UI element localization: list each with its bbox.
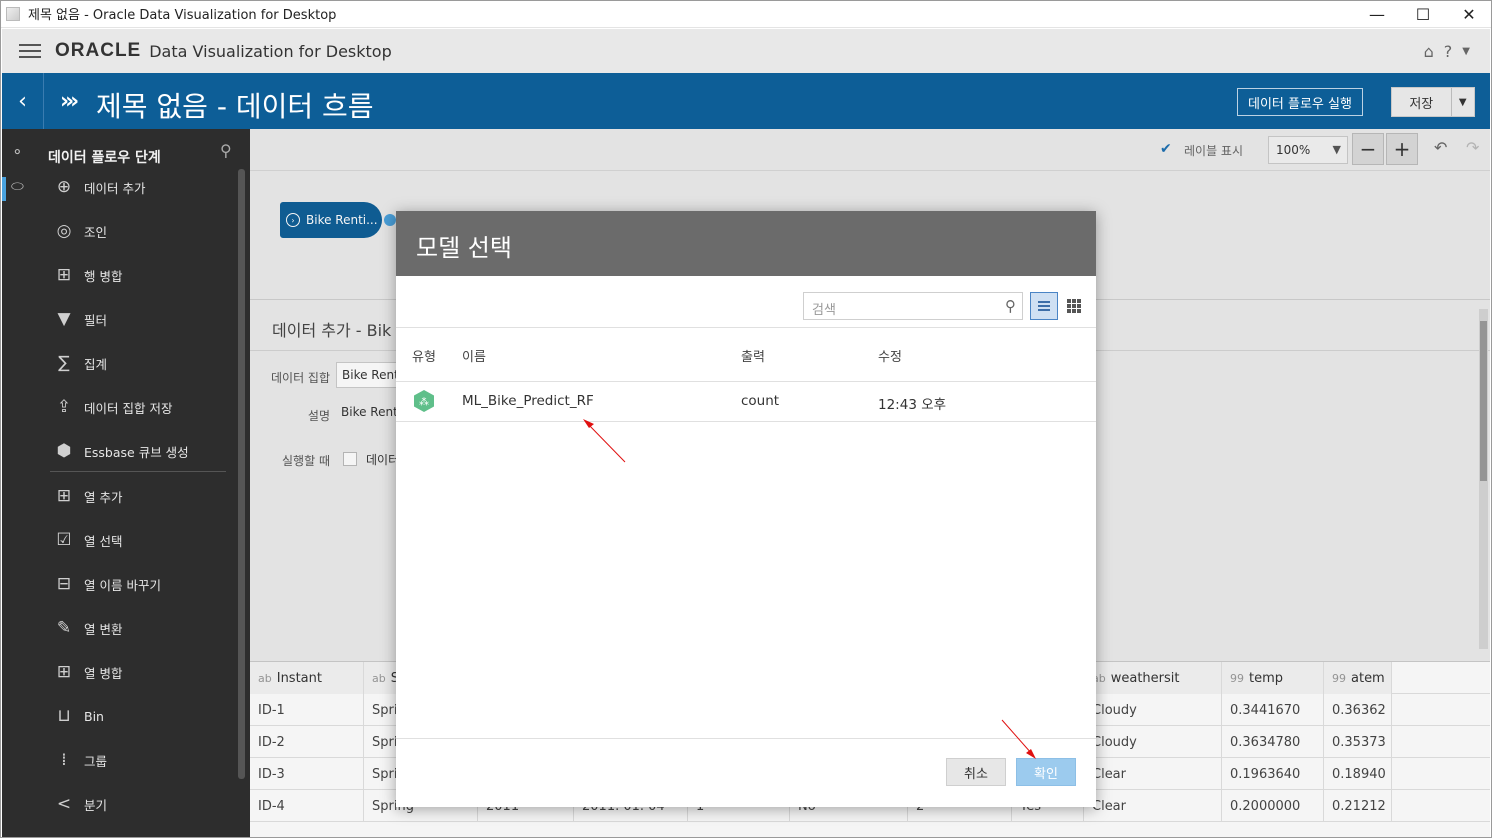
sidebar-item-union-rows[interactable]: ⊞ 행 병합 [52,261,123,289]
sidebar-item-add-column[interactable]: ⊞ 열 추가 [52,482,123,510]
sidebar-title: 데이터 플로우 단계 [48,150,161,166]
sidebar-item-transform-column[interactable]: ✎ 열 변환 [52,614,123,642]
row-divider [396,421,1096,422]
sidebar-item-join[interactable]: ◎ 조인 [52,217,107,245]
sidebar-rail: ⚬ ⬭ [2,129,40,838]
sidebar-item-label: 데이터 추가 [84,180,146,196]
cancel-button[interactable]: 취소 [946,758,1006,786]
sidebar-item-save-dataset[interactable]: ⇪ 데이터 집합 저장 [52,393,173,421]
sidebar-item-label: 열 추가 [84,489,123,505]
sidebar-item-bin[interactable]: ⊔ Bin [52,702,104,730]
sidebar-item-label: Bin [84,708,104,724]
page-title: 제목 없음 - 데이터 흐름 [96,90,374,123]
sidebar-item-filter[interactable]: ▼ 필터 [52,305,107,333]
sidebar-item-label: 데이터 집합 저장 [84,400,173,416]
ok-button[interactable]: 확인 [1016,758,1076,786]
dialog-title: 모델 선택 [396,211,1096,276]
join-icon: ◎ [56,221,72,241]
sidebar-item-label: 집계 [84,356,108,372]
window-title: 제목 없음 - Oracle Data Visualization for De… [28,8,337,23]
search-placeholder: 검색 [812,303,836,318]
sidebar-divider [50,471,226,472]
branch-icon: < [56,794,72,814]
save-dataset-icon: ⇪ [56,397,72,417]
list-view-icon[interactable] [1030,292,1058,320]
sidebar-item-label: 분기 [84,797,108,813]
sidebar-item-label: 열 이름 바꾸기 [84,577,161,593]
minimize-button[interactable]: — [1354,0,1400,28]
help-icon[interactable]: ? [1444,42,1453,61]
group-icon: ⁞ [61,750,67,770]
save-dropdown-icon[interactable]: ▼ [1450,88,1474,116]
project-header: ‹ ››› 제목 없음 - 데이터 흐름 데이터 플로우 실행 저장 ▼ [2,73,1490,129]
model-output: count [741,393,780,409]
search-icon[interactable]: ⚲ [220,141,232,160]
help-dropdown-icon[interactable]: ▼ [1462,46,1470,57]
column-header-modified[interactable]: 수정 [878,346,902,365]
flow-steps-icon[interactable]: ⬭ [11,177,24,195]
save-button[interactable]: 저장 ▼ [1391,87,1475,117]
transform-column-icon: ✎ [56,618,72,638]
add-column-icon: ⊞ [56,486,72,506]
sidebar-item-essbase-cube[interactable]: ⬢ Essbase 큐브 생성 [52,437,189,465]
sidebar-item-label: 조인 [84,224,108,240]
column-header-type[interactable]: 유형 [412,346,436,365]
header-row-divider [396,381,1096,382]
back-button[interactable]: ‹ [2,73,44,129]
sidebar-item-label: 열 변환 [84,621,123,637]
sidebar-item-label: 행 병합 [84,268,123,284]
save-button-label: 저장 [1409,96,1434,112]
sidebar-item-label: 필터 [84,312,108,328]
oracle-header: ORACLE Data Visualization for Desktop ⌂ … [2,29,1490,73]
home-icon[interactable]: ⌂ [1424,42,1434,61]
window-titlebar: 제목 없음 - Oracle Data Visualization for De… [0,0,1492,28]
sidebar-item-label: 그룹 [84,753,108,769]
dialog-divider [396,327,1096,328]
sidebar-item-group[interactable]: ⁞ 그룹 [52,746,107,774]
sidebar-scrollbar[interactable] [238,169,245,779]
add-data-icon: ⊕ [56,177,72,197]
data-flow-icon: ››› [60,89,79,114]
model-name[interactable]: ML_Bike_Predict_RF [462,393,594,409]
sidebar-item-label: Essbase 큐브 생성 [84,444,189,460]
product-name: Data Visualization for Desktop [149,41,392,61]
data-flow-steps-sidebar: ⚬ ⬭ 데이터 플로우 단계 ⚲ ⊕ 데이터 추가 ◎ 조인 ⊞ 행 병합 ▼ 필터 ∑… [2,129,250,838]
sidebar-item-merge-column[interactable]: ⊞ 열 병합 [52,658,123,686]
bin-icon: ⊔ [57,706,71,726]
select-model-dialog: 모델 선택 검색 ⚲ 유형 이름 출력 수정 ⁂ ML_Bike_Predict… [396,211,1096,807]
sidebar-item-select-column[interactable]: ☑ 열 선택 [52,526,122,554]
ml-model-icon: ⁂ [414,390,434,412]
run-data-flow-button[interactable]: 데이터 플로우 실행 [1237,88,1363,116]
hamburger-menu-icon[interactable] [19,40,41,62]
grid-view-icon[interactable] [1060,292,1088,320]
select-column-icon: ☑ [56,530,72,550]
data-elements-icon[interactable]: ⚬ [11,143,24,161]
filter-icon: ▼ [57,309,71,329]
sidebar-item-label: 열 병합 [84,665,123,681]
rename-column-icon: ⊟ [56,574,72,594]
sidebar-item-branch[interactable]: < 분기 [52,790,107,818]
column-header-output[interactable]: 출력 [741,346,765,365]
rail-active-indicator [2,177,6,201]
maximize-button[interactable]: ☐ [1400,0,1446,28]
sidebar-item-rename-column[interactable]: ⊟ 열 이름 바꾸기 [52,570,161,598]
merge-column-icon: ⊞ [56,662,72,682]
aggregate-icon: ∑ [58,353,70,373]
search-icon[interactable]: ⚲ [1005,297,1016,315]
dialog-footer-divider [396,738,1096,739]
sidebar-item-aggregate[interactable]: ∑ 집계 [52,349,107,377]
union-rows-icon: ⊞ [56,265,72,285]
model-modified: 12:43 오후 [878,397,947,413]
sidebar-item-add-data[interactable]: ⊕ 데이터 추가 [52,173,146,201]
column-header-name[interactable]: 이름 [462,346,486,365]
cube-icon: ⬢ [56,441,72,461]
close-button[interactable]: ✕ [1446,0,1492,28]
oracle-logo: ORACLE [55,40,142,61]
sidebar-item-label: 열 선택 [84,533,123,549]
search-input[interactable]: 검색 ⚲ [803,292,1023,320]
app-icon [6,6,20,21]
svg-text:⁂: ⁂ [419,396,429,408]
